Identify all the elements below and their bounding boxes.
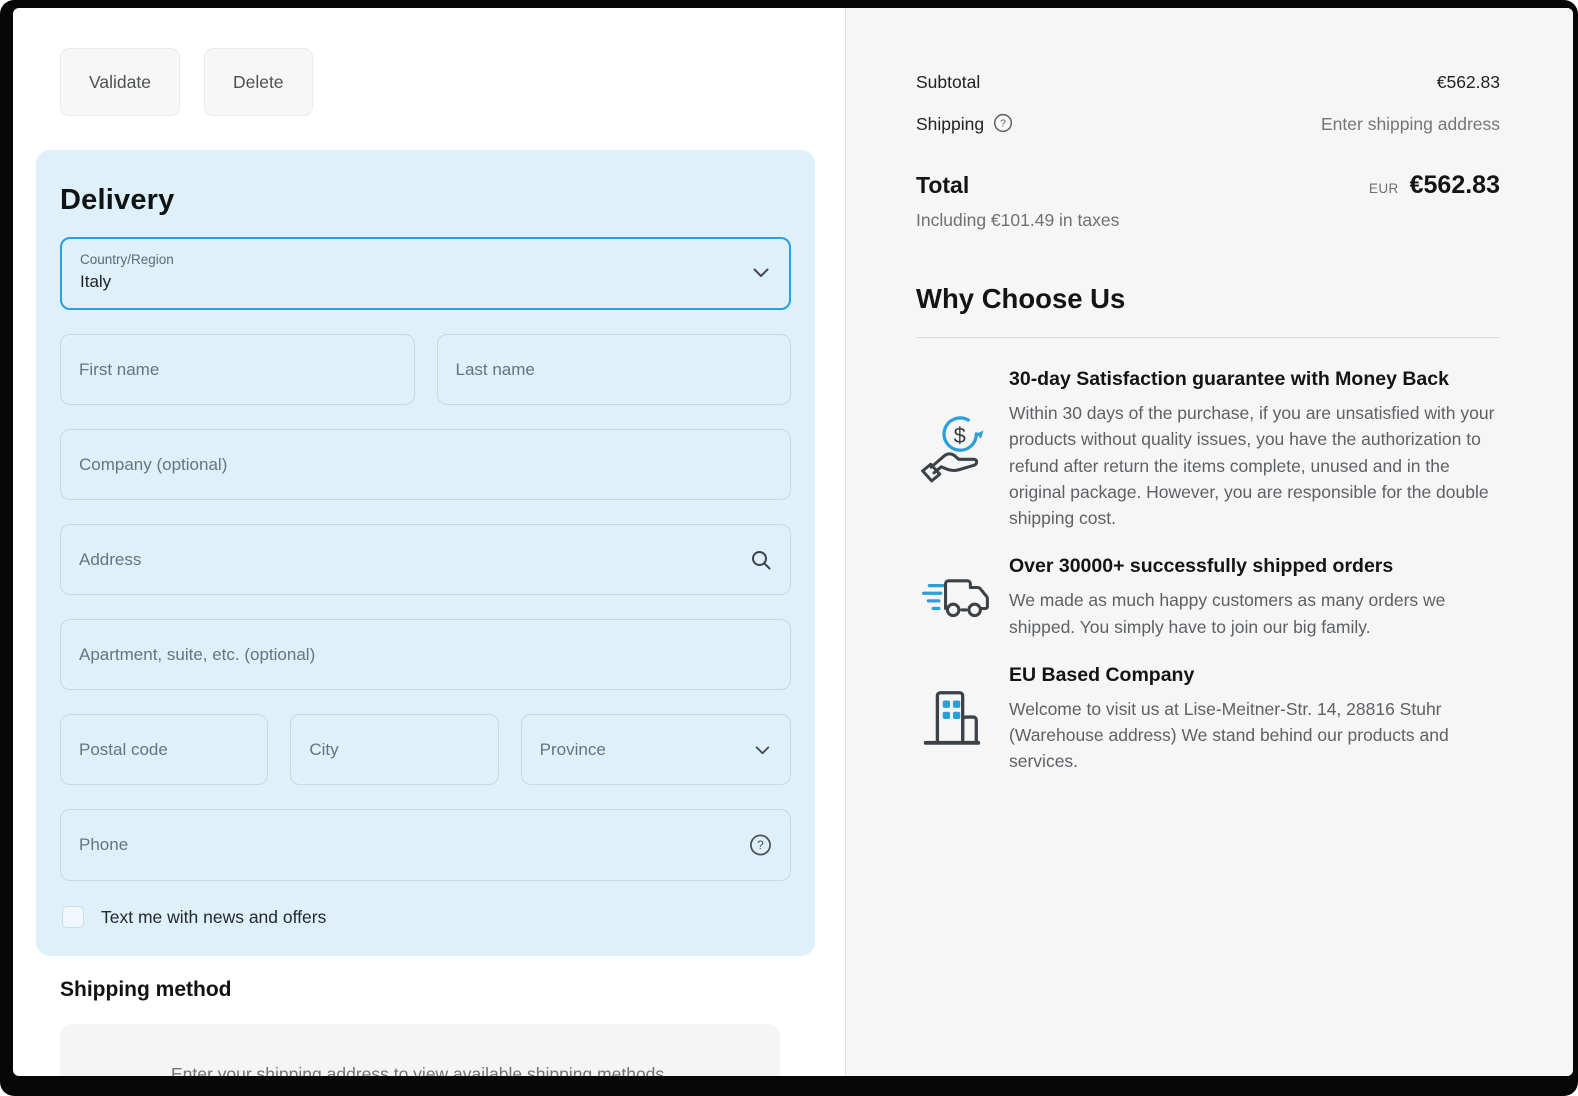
- chevron-down-icon: [753, 265, 769, 283]
- phone-input[interactable]: [61, 810, 790, 880]
- shipping-method-notice: Enter your shipping address to view avai…: [60, 1024, 780, 1076]
- feature-shipped-orders: Over 30000+ successfully shipped orders …: [916, 555, 1500, 640]
- total-row: Total EUR €562.83: [916, 171, 1500, 200]
- province-select[interactable]: Province: [521, 714, 791, 785]
- help-icon[interactable]: ?: [993, 113, 1013, 135]
- city-field-wrap: [290, 714, 498, 785]
- building-icon: [916, 682, 1009, 756]
- country-select[interactable]: Country/Region Italy: [60, 237, 791, 310]
- money-back-icon: $: [916, 411, 1009, 489]
- search-icon: [750, 549, 772, 571]
- checkout-page: Validate Delete Delivery Country/Region …: [13, 8, 1573, 1076]
- chevron-down-icon: [755, 740, 770, 760]
- currency-code: EUR: [1369, 181, 1399, 196]
- feature-title: Over 30000+ successfully shipped orders: [1009, 555, 1500, 578]
- feature-description: Within 30 days of the purchase, if you a…: [1009, 400, 1500, 531]
- screenshot-frame: Validate Delete Delivery Country/Region …: [0, 0, 1578, 1096]
- delete-button[interactable]: Delete: [204, 48, 313, 116]
- sms-optin-row: Text me with news and offers: [60, 906, 791, 928]
- subtotal-row: Subtotal €562.83: [916, 72, 1500, 93]
- first-name-field-wrap: [60, 334, 415, 405]
- country-select-label: Country/Region: [80, 251, 741, 269]
- sms-optin-checkbox[interactable]: [62, 906, 84, 928]
- sms-optin-label: Text me with news and offers: [101, 907, 326, 928]
- last-name-input[interactable]: [438, 335, 791, 404]
- svg-text:$: $: [954, 423, 966, 448]
- apartment-field-wrap: [60, 619, 791, 690]
- toolbar: Validate Delete: [60, 48, 815, 116]
- city-input[interactable]: [291, 715, 497, 784]
- total-label: Total: [916, 172, 969, 199]
- delivery-heading: Delivery: [60, 184, 791, 217]
- address-field-wrap: [60, 524, 791, 595]
- subtotal-label: Subtotal: [916, 72, 980, 93]
- last-name-field-wrap: [437, 334, 792, 405]
- feature-description: Welcome to visit us at Lise-Meitner-Str.…: [1009, 696, 1500, 775]
- svg-text:?: ?: [757, 838, 764, 852]
- shipping-value: Enter shipping address: [1321, 114, 1500, 135]
- divider: [916, 337, 1500, 338]
- why-choose-us-heading: Why Choose Us: [916, 283, 1500, 315]
- postal-code-input[interactable]: [61, 715, 267, 784]
- province-select-value: Province: [540, 740, 606, 760]
- shipping-row: Shipping ? Enter shipping address: [916, 113, 1500, 135]
- postal-code-field-wrap: [60, 714, 268, 785]
- shipping-truck-icon: [916, 570, 1009, 626]
- subtotal-value: €562.83: [1437, 72, 1500, 93]
- company-field-wrap: [60, 429, 791, 500]
- total-value: €562.83: [1410, 171, 1500, 200]
- order-summary-sidebar: Subtotal €562.83 Shipping ? Enter shippi…: [845, 8, 1573, 1076]
- first-name-input[interactable]: [61, 335, 414, 404]
- address-input[interactable]: [61, 525, 790, 594]
- validate-button[interactable]: Validate: [60, 48, 180, 116]
- phone-field-wrap: ?: [60, 809, 791, 881]
- company-input[interactable]: [61, 430, 790, 499]
- feature-title: 30-day Satisfaction guarantee with Money…: [1009, 368, 1500, 391]
- taxes-note: Including €101.49 in taxes: [916, 210, 1500, 231]
- feature-eu-company: EU Based Company Welcome to visit us at …: [916, 664, 1500, 775]
- feature-description: We made as much happy customers as many …: [1009, 587, 1500, 640]
- checkout-main-column: Validate Delete Delivery Country/Region …: [13, 8, 845, 1076]
- shipping-method-heading: Shipping method: [60, 978, 815, 1002]
- svg-text:?: ?: [1000, 119, 1006, 130]
- feature-money-back: $ 30-day Satisfaction guarantee with Mon…: [916, 368, 1500, 531]
- apartment-input[interactable]: [61, 620, 790, 689]
- delivery-section: Delivery Country/Region Italy: [36, 150, 815, 956]
- feature-title: EU Based Company: [1009, 664, 1500, 687]
- help-icon[interactable]: ?: [749, 834, 772, 857]
- shipping-label: Shipping: [916, 114, 984, 135]
- country-select-value: Italy: [80, 269, 741, 295]
